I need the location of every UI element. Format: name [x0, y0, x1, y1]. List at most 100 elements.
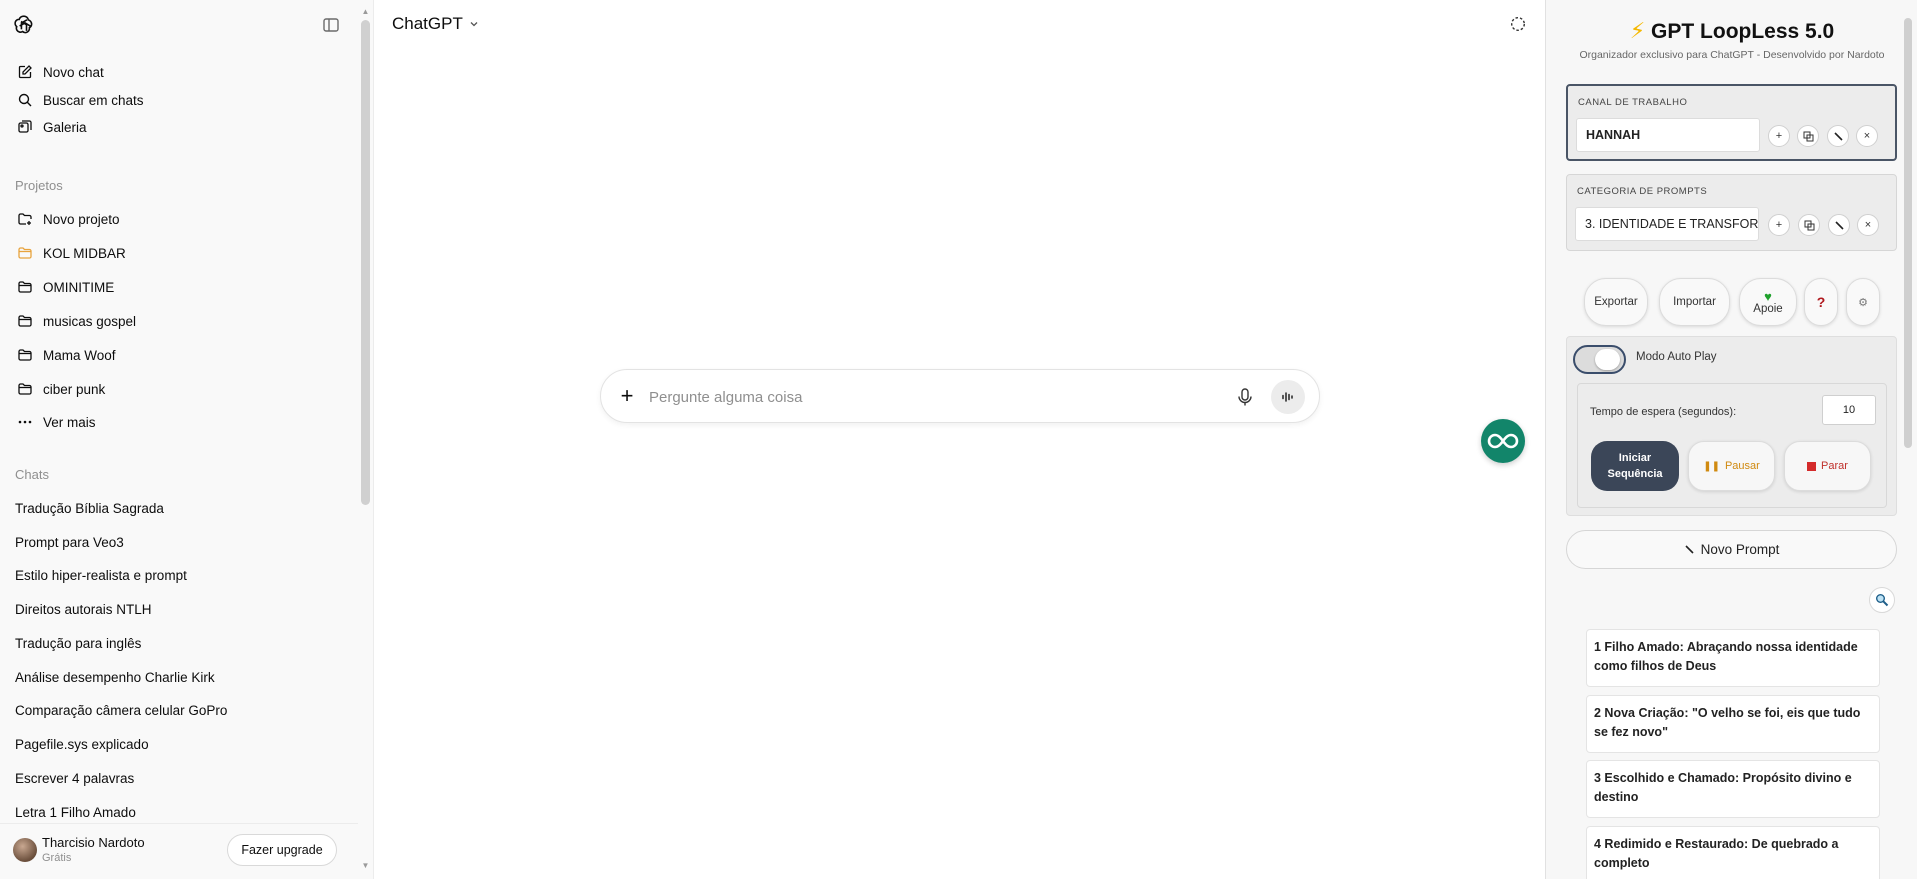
- chat-list-item[interactable]: Estilo hiper-realista e prompt: [15, 568, 187, 583]
- start-label-line2: Sequência: [1607, 468, 1663, 480]
- copy-icon: [1804, 220, 1814, 230]
- support-label: Apoie: [1753, 302, 1783, 315]
- category-select[interactable]: 3. IDENTIDADE E TRANSFOR...: [1575, 207, 1759, 241]
- model-selector[interactable]: ChatGPT: [392, 14, 480, 34]
- add-category-button[interactable]: +: [1768, 214, 1790, 236]
- project-item-mama-woof[interactable]: Mama Woof: [8, 339, 354, 371]
- new-folder-icon: [16, 210, 34, 228]
- export-button[interactable]: Exportar: [1584, 278, 1648, 326]
- project-item-ciber-punk[interactable]: ciber punk: [8, 373, 354, 405]
- chat-list-item[interactable]: Letra 1 Filho Amado: [15, 805, 136, 820]
- project-label: musicas gospel: [43, 313, 137, 329]
- sidebar-toggle-icon[interactable]: [321, 15, 341, 35]
- help-button[interactable]: ?: [1804, 278, 1838, 326]
- openai-logo-icon[interactable]: [12, 13, 36, 37]
- gallery-button[interactable]: Galeria: [8, 111, 354, 143]
- copy-icon: [1803, 131, 1813, 141]
- voice-mode-button[interactable]: [1271, 380, 1305, 414]
- chat-list-item[interactable]: Prompt para Veo3: [15, 535, 124, 550]
- chat-list-item[interactable]: Escrever 4 palavras: [15, 771, 134, 786]
- microphone-icon[interactable]: [1234, 386, 1256, 408]
- chat-main-area: ChatGPT +: [375, 0, 1545, 879]
- start-sequence-button[interactable]: Iniciar Sequência: [1591, 441, 1679, 491]
- app-window: Novo chat Buscar em chats Galeria Projet…: [0, 0, 1917, 879]
- pause-button[interactable]: ❚❚ Pausar: [1688, 441, 1775, 491]
- stop-label: Parar: [1821, 460, 1848, 472]
- project-label: ciber punk: [43, 381, 106, 397]
- wait-time-input[interactable]: [1822, 395, 1876, 425]
- support-button[interactable]: ♥ Apoie: [1739, 278, 1797, 326]
- project-label: Novo projeto: [43, 211, 120, 227]
- project-item-kol-midbar[interactable]: KOL MIDBAR: [8, 237, 354, 269]
- prompt-card[interactable]: 3 Escolhido e Chamado: Propósito divino …: [1586, 760, 1880, 818]
- sidebar: Novo chat Buscar em chats Galeria Projet…: [0, 0, 374, 879]
- sidebar-scroll-thumb[interactable]: [361, 20, 370, 505]
- prompt-input[interactable]: [649, 386, 1209, 408]
- chat-list-item[interactable]: Análise desempenho Charlie Kirk: [15, 670, 215, 685]
- user-plan: Grátis: [42, 852, 72, 864]
- prompt-composer: +: [600, 369, 1320, 423]
- user-account-row[interactable]: Tharcisio Nardoto Grátis Fazer upgrade: [0, 823, 358, 879]
- project-item-ominitime[interactable]: OMINITIME: [8, 271, 354, 303]
- scroll-down-arrow-icon[interactable]: ▼: [361, 862, 370, 870]
- loopless-infinity-button[interactable]: [1481, 419, 1525, 463]
- heart-icon: ♥: [1764, 288, 1772, 304]
- chat-list-item[interactable]: Comparação câmera celular GoPro: [15, 703, 227, 718]
- chat-list-item[interactable]: Direitos autorais NTLH: [15, 602, 152, 617]
- gallery-icon: [16, 118, 34, 136]
- project-label: KOL MIDBAR: [43, 245, 126, 261]
- autoplay-section: Modo Auto Play Tempo de espera (segundos…: [1566, 336, 1897, 516]
- loopless-panel: ⚡ GPT LoopLess 5.0 Organizador exclusivo…: [1545, 0, 1917, 879]
- gear-icon: ⚙: [1858, 296, 1868, 309]
- temporary-chat-icon[interactable]: [1510, 16, 1526, 32]
- duplicate-channel-button[interactable]: [1797, 125, 1819, 147]
- channel-label: CANAL DE TRABALHO: [1578, 97, 1688, 108]
- panel-title: GPT LoopLess 5.0: [1651, 20, 1835, 43]
- see-more-label: Ver mais: [43, 414, 96, 430]
- search-icon: [16, 91, 34, 109]
- import-button[interactable]: Importar: [1659, 278, 1730, 326]
- duplicate-category-button[interactable]: [1798, 214, 1820, 236]
- gallery-label: Galeria: [43, 119, 87, 135]
- projects-section-label: Projetos: [15, 178, 63, 193]
- chat-list-item[interactable]: Pagefile.sys explicado: [15, 737, 149, 752]
- prompt-search-button[interactable]: [1869, 587, 1895, 613]
- delete-category-button[interactable]: ×: [1857, 214, 1879, 236]
- folder-icon: [16, 312, 34, 330]
- upgrade-button[interactable]: Fazer upgrade: [227, 834, 337, 866]
- model-name: ChatGPT: [392, 14, 463, 33]
- chat-list-item[interactable]: Tradução para inglês: [15, 636, 141, 651]
- new-prompt-button[interactable]: Novo Prompt: [1566, 530, 1897, 569]
- chat-list-item[interactable]: Tradução Bíblia Sagrada: [15, 501, 164, 516]
- import-label: Importar: [1673, 296, 1716, 308]
- infinity-icon: [1487, 433, 1519, 449]
- panel-scroll-thumb[interactable]: [1904, 18, 1912, 448]
- add-attachment-button[interactable]: +: [615, 385, 639, 409]
- new-project-button[interactable]: Novo projeto: [8, 203, 354, 235]
- folder-icon: [16, 278, 34, 296]
- autoplay-toggle[interactable]: [1573, 345, 1626, 374]
- delete-channel-button[interactable]: ×: [1856, 125, 1878, 147]
- pause-icon: ❚❚: [1703, 460, 1720, 472]
- folder-icon: [16, 244, 34, 262]
- category-section: CATEGORIA DE PROMPTS 3. IDENTIDADE E TRA…: [1566, 174, 1897, 251]
- chats-section-label: Chats: [15, 467, 49, 482]
- project-item-musicas-gospel[interactable]: musicas gospel: [8, 305, 354, 337]
- category-label: CATEGORIA DE PROMPTS: [1577, 186, 1708, 197]
- scroll-up-arrow-icon[interactable]: ▲: [361, 8, 370, 16]
- project-label: Mama Woof: [43, 347, 116, 363]
- prompt-card[interactable]: 4 Redimido e Restaurado: De quebrado a c…: [1586, 826, 1880, 879]
- start-label-line1: Iniciar: [1618, 452, 1652, 464]
- prompt-card[interactable]: 2 Nova Criação: "O velho se foi, eis que…: [1586, 695, 1880, 753]
- pause-label: Pausar: [1724, 460, 1760, 472]
- add-channel-button[interactable]: +: [1768, 125, 1790, 147]
- export-label: Exportar: [1594, 296, 1638, 308]
- channel-select[interactable]: HANNAH: [1576, 118, 1760, 152]
- more-dots-icon: [16, 413, 34, 431]
- edit-channel-button[interactable]: [1827, 125, 1849, 147]
- edit-category-button[interactable]: [1828, 214, 1850, 236]
- stop-button[interactable]: Parar: [1784, 441, 1871, 491]
- see-more-button[interactable]: Ver mais: [8, 406, 354, 438]
- settings-button[interactable]: ⚙: [1846, 278, 1880, 326]
- prompt-card[interactable]: 1 Filho Amado: Abraçando nossa identidad…: [1586, 629, 1880, 687]
